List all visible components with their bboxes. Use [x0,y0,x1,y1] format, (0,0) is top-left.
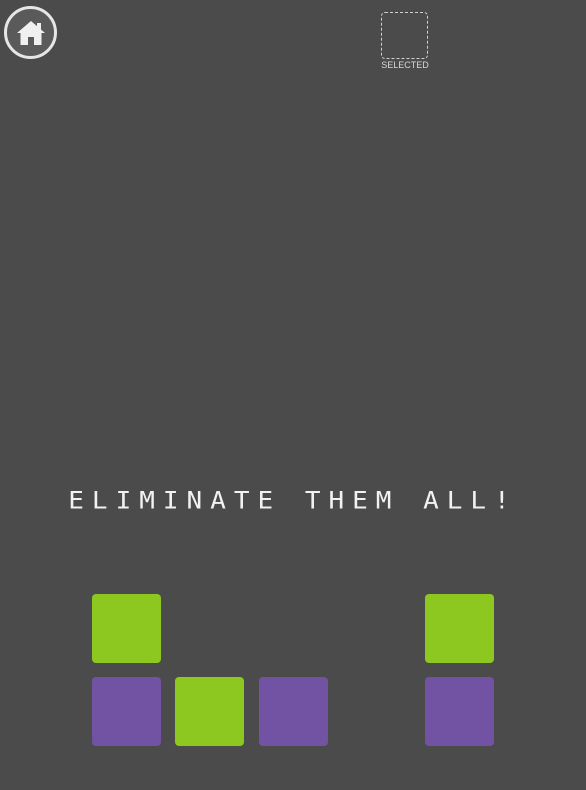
game-board [0,0,586,790]
selected-tile-box [381,12,428,59]
home-button[interactable] [4,6,57,59]
selected-label: SELECTED [381,60,429,70]
selected-slot: SELECTED [380,11,430,71]
tile-purple[interactable] [425,677,494,746]
goal-message: ELIMINATE THEM ALL! [68,487,518,515]
tile-green[interactable] [92,594,161,663]
tile-green[interactable] [425,594,494,663]
home-icon [16,20,45,45]
tile-green[interactable] [175,677,244,746]
tile-purple[interactable] [259,677,328,746]
tile-purple[interactable] [92,677,161,746]
